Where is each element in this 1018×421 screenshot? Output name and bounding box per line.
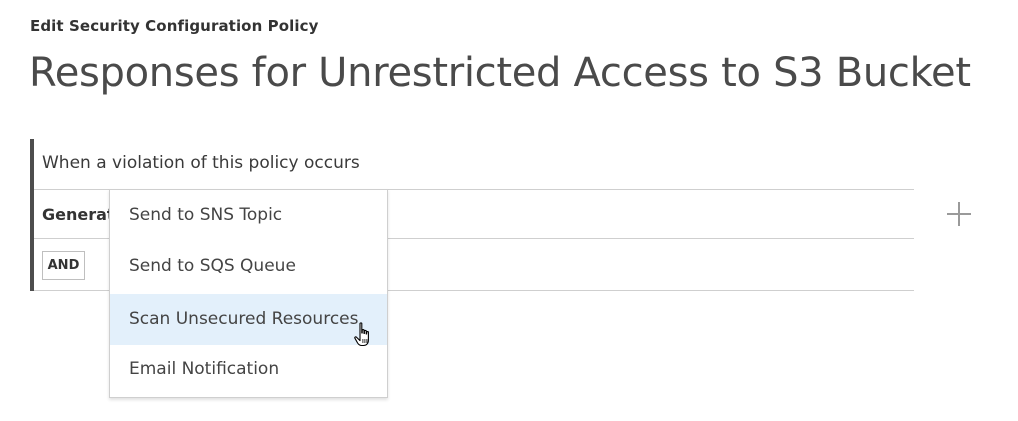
breadcrumb[interactable]: Edit Security Configuration Policy: [30, 17, 319, 35]
dropdown-item-send-to-sqs-queue[interactable]: Send to SQS Queue: [110, 241, 387, 292]
page-title: Responses for Unrestricted Access to S3 …: [29, 50, 971, 96]
response-action-dropdown: Send to SNS Topic Send to SQS Queue Scan…: [109, 189, 388, 398]
dropdown-item-send-to-sns-topic[interactable]: Send to SNS Topic: [110, 190, 387, 241]
and-button[interactable]: AND: [42, 251, 85, 280]
dropdown-item-scan-unsecured-resources[interactable]: Scan Unsecured Resources: [110, 294, 387, 345]
dropdown-item-email-notification[interactable]: Email Notification: [110, 344, 387, 395]
panel-heading: When a violation of this policy occurs: [42, 153, 360, 173]
policy-responses-page: Edit Security Configuration Policy Respo…: [0, 0, 1018, 421]
panel-accent-bar: [30, 139, 34, 291]
plus-icon[interactable]: [945, 200, 973, 228]
response-type-label: Generat: [42, 205, 115, 224]
